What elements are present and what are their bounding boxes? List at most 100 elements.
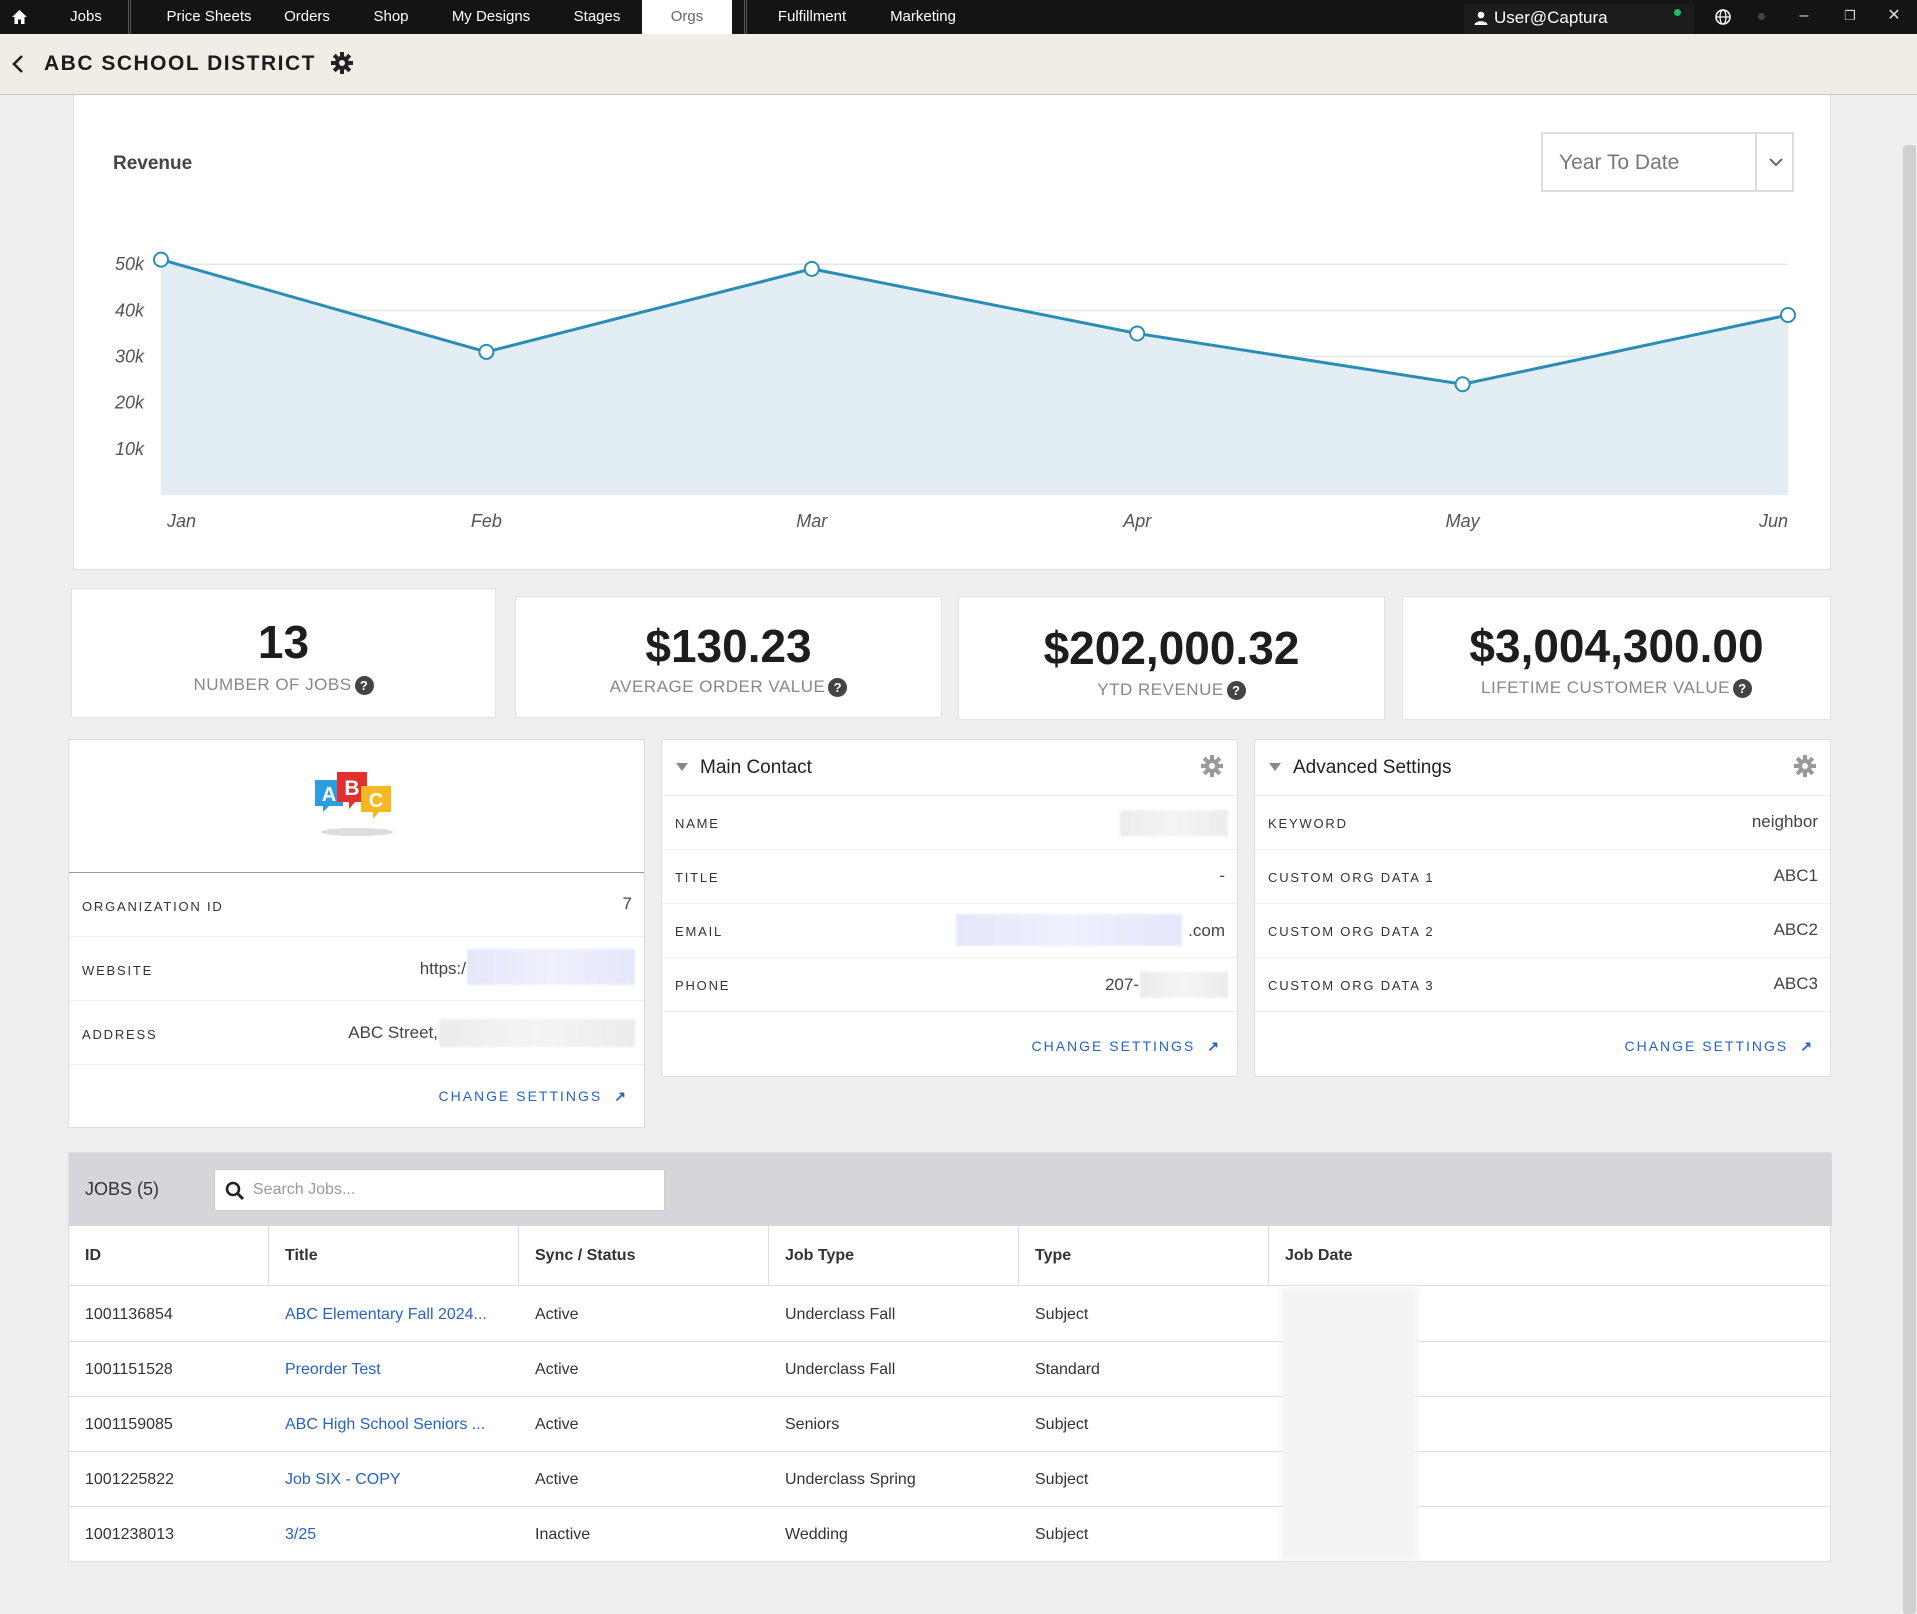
redacted-email (956, 914, 1182, 946)
globe-icon[interactable] (1715, 9, 1731, 25)
kpi-number-of-jobs: 13 NUMBER OF JOBS? (71, 588, 496, 718)
field-label: CUSTOM ORG DATA 1 (1268, 870, 1435, 885)
data-point-may (1454, 376, 1471, 393)
nav-price-sheets[interactable]: Price Sheets (160, 0, 258, 34)
gear-icon[interactable] (1200, 754, 1224, 778)
external-arrow-icon: ↗ (1800, 1038, 1814, 1054)
advanced-settings-card: Advanced Settings KEYWORD neighbor CUSTO… (1254, 739, 1831, 1077)
nav-stages[interactable]: Stages (562, 0, 632, 34)
logo-letter-b: B (344, 777, 359, 800)
job-type: Seniors (785, 1416, 840, 1433)
column-header-title[interactable]: Title (269, 1226, 519, 1286)
collapse-triangle-icon[interactable] (1269, 763, 1281, 771)
field-value: ABC2 (1773, 920, 1818, 939)
type: Subject (1035, 1416, 1089, 1433)
table-row: 1001225822 Job SIX - COPY Active Undercl… (69, 1452, 1832, 1507)
data-point-jan (153, 251, 169, 268)
nav-my-designs[interactable]: My Designs (446, 0, 536, 34)
revenue-chart-card: Revenue Year To Date 10k 20k 30k 40k 50k Jan F… (73, 95, 1831, 570)
field-value: 207- (1104, 975, 1139, 994)
help-icon[interactable]: ? (1732, 679, 1752, 699)
x-tick-label: Jan (166, 511, 196, 531)
settings-gear-icon[interactable] (330, 51, 354, 75)
collapse-triangle-icon[interactable] (676, 763, 688, 771)
job-search[interactable] (214, 1169, 665, 1211)
search-icon (225, 1181, 245, 1201)
field-value: - (1219, 866, 1225, 885)
logo-letter-a: A (322, 784, 336, 806)
field-value: 7 (622, 894, 632, 913)
jobs-table: JOBS (5) ID Title Sync / Status Job Type… (68, 1152, 1832, 1562)
y-tick-label: 20k (114, 393, 145, 413)
job-status: Active (535, 1306, 579, 1323)
email-link[interactable]: .com (1188, 921, 1225, 941)
org-logo: A B C (69, 740, 644, 873)
redacted-job-dates (1282, 1288, 1418, 1560)
nav-marketing[interactable]: Marketing (880, 0, 966, 34)
user-icon (1474, 11, 1488, 25)
kpi-label-text: YTD REVENUE (1097, 680, 1224, 699)
help-icon[interactable]: ? (828, 678, 848, 698)
column-header-status[interactable]: Sync / Status (519, 1226, 769, 1286)
home-icon[interactable] (11, 9, 28, 25)
help-icon[interactable]: ? (354, 676, 374, 696)
user-menu[interactable]: User@Captura (1464, 4, 1694, 34)
field-label: EMAIL (675, 924, 724, 939)
x-tick-label: Jun (1758, 511, 1788, 531)
nav-orgs[interactable]: Orgs (642, 0, 732, 34)
job-type: Underclass Spring (785, 1471, 916, 1488)
org-id-row: ORGANIZATION ID 7 (69, 873, 644, 937)
main-contact-card: Main Contact NAME TITLE - EMAIL .com PHO… (661, 739, 1238, 1077)
external-arrow-icon: ↗ (614, 1088, 628, 1104)
data-point-apr (1129, 325, 1146, 342)
nav-separator (744, 0, 747, 34)
job-id: 1001136854 (85, 1306, 173, 1323)
address-row: ADDRESS ABC Street, (69, 1001, 644, 1065)
help-icon[interactable]: ? (1226, 681, 1246, 701)
nav-fulfillment[interactable]: Fulfillment (770, 0, 854, 34)
jobs-title: JOBS (5) (85, 1179, 160, 1199)
job-status: Active (535, 1416, 579, 1433)
column-header-job-date[interactable]: Job Date (1269, 1226, 1832, 1286)
kpi-value: $3,004,300.00 (1469, 620, 1764, 672)
job-id: 1001225822 (85, 1471, 174, 1488)
column-header-id[interactable]: ID (69, 1226, 269, 1286)
job-title-link[interactable]: Preorder Test (269, 1342, 381, 1397)
y-tick-label: 50k (115, 254, 145, 274)
gear-icon[interactable] (1793, 754, 1817, 778)
back-arrow-icon[interactable] (8, 52, 28, 76)
field-value: ABC1 (1773, 866, 1818, 885)
data-point-mar (803, 260, 820, 277)
abc-logo-image: A B C (315, 772, 393, 836)
job-type: Wedding (785, 1526, 848, 1543)
kpi-value: $130.23 (645, 620, 812, 672)
contact-phone-row: PHONE 207- (662, 958, 1237, 1012)
contact-email-row: EMAIL .com (662, 904, 1237, 958)
nav-jobs[interactable]: Jobs (60, 0, 112, 34)
status-dot (1758, 13, 1765, 20)
vertical-scrollbar[interactable] (1903, 145, 1916, 1614)
minimize-icon[interactable]: – (1784, 0, 1824, 34)
field-label: PHONE (675, 978, 731, 993)
job-title-link[interactable]: ABC High School Seniors ... (269, 1397, 485, 1452)
nav-orders[interactable]: Orders (278, 0, 336, 34)
column-header-job-type[interactable]: Job Type (769, 1226, 1019, 1286)
job-title-link[interactable]: ABC Elementary Fall 2024... (269, 1287, 487, 1342)
jobs-toolbar: JOBS (5) (69, 1153, 1832, 1226)
job-title-link[interactable]: Job SIX - COPY (269, 1452, 401, 1507)
search-input[interactable] (253, 1178, 653, 1202)
field-label: NAME (675, 816, 720, 831)
website-link[interactable]: https:/ (420, 959, 466, 979)
change-settings-link[interactable]: CHANGE SETTINGS ↗ (1031, 1038, 1221, 1055)
type: Subject (1035, 1306, 1089, 1323)
table-header: ID Title Sync / Status Job Type Type Job… (69, 1226, 1832, 1286)
job-title-link[interactable]: 3/25 (269, 1507, 316, 1562)
data-point-feb (478, 343, 495, 360)
kpi-average-order-value: $130.23 AVERAGE ORDER VALUE? (515, 596, 942, 718)
change-settings-link[interactable]: CHANGE SETTINGS ↗ (1624, 1038, 1814, 1055)
nav-shop[interactable]: Shop (364, 0, 418, 34)
change-settings-link[interactable]: CHANGE SETTINGS ↗ (438, 1088, 628, 1105)
close-icon[interactable]: ✕ (1874, 0, 1914, 34)
restore-icon[interactable]: ❐ (1830, 0, 1870, 34)
column-header-type[interactable]: Type (1019, 1226, 1269, 1286)
